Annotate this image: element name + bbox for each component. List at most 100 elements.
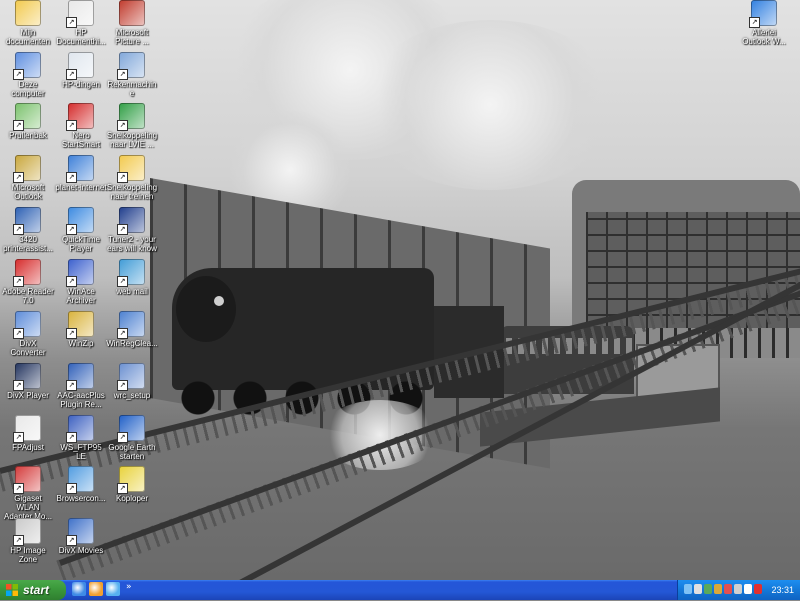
desktop-icon[interactable]: ↗ Rekenmachine	[106, 52, 158, 98]
desktop-icon[interactable]: ↗ 3420 printerassist...	[2, 207, 54, 253]
wlan-tray-icon[interactable]	[714, 584, 722, 594]
shortcut-arrow-icon: ↗	[117, 172, 128, 183]
desktop-icon-label: Google Earth starten	[108, 443, 156, 461]
desktop-icon[interactable]: ↗ Nero StartSmart	[55, 103, 107, 149]
shortcut-arrow-icon: ↗	[66, 328, 77, 339]
desktop-icon[interactable]: ↗ WinRegClea...	[106, 311, 158, 348]
quick-launch	[72, 582, 123, 598]
desktop-icon[interactable]: ↗ Prullenbak	[2, 103, 54, 140]
shortcut-arrow-icon: ↗	[117, 328, 128, 339]
desktop-icon[interactable]: ↗ AAC-aacPlus Plugin Re...	[55, 363, 107, 409]
desktop-icon[interactable]: Mijn documenten	[2, 0, 54, 46]
tuner-icon: ↗	[117, 207, 145, 235]
desktop-icon-label: Snelkoppeling naar LVIE ...	[106, 131, 158, 149]
desktop-icon-label: HP Image Zone	[10, 546, 46, 564]
google-earth-icon: ↗	[117, 415, 145, 443]
shortcut-arrow-icon: ↗	[66, 120, 77, 131]
shield-tray-icon[interactable]	[704, 584, 712, 594]
clock[interactable]: 23:31	[771, 580, 794, 600]
desktop-icon[interactable]: ↗ WinZip	[55, 311, 107, 348]
desktop-icon-label: wrc_setup	[113, 391, 151, 400]
calculator-icon: ↗	[117, 52, 145, 80]
shortcut-arrow-icon: ↗	[66, 483, 77, 494]
desktop-icon-label: Koploper	[115, 494, 149, 503]
desktop-icon-label: Nero StartSmart	[61, 131, 101, 149]
alert-tray-icon[interactable]	[754, 584, 762, 594]
desktop-icon-label: Allerlei Outlook W...	[742, 28, 786, 46]
security-tray-icon[interactable]	[724, 584, 732, 594]
shortcut-arrow-icon: ↗	[749, 17, 760, 28]
media-player-icon[interactable]	[89, 582, 103, 596]
shortcut-arrow-icon: ↗	[13, 224, 24, 235]
desktop-icon[interactable]: ↗ Snelkoppeling naar LVIE ...	[106, 103, 158, 149]
desktop-icon-label: FPAdjust	[12, 443, 44, 452]
desktop-icon[interactable]: ↗ FPAdjust	[2, 415, 54, 452]
desktop-icon[interactable]: ↗ HP-dingen	[55, 52, 107, 89]
update-tray-icon[interactable]	[734, 584, 742, 594]
desktop-icon[interactable]: ↗ Snelkoppeling naar treinen	[106, 155, 158, 201]
steam-cloud	[360, 20, 620, 190]
locomotive-lamp	[214, 296, 224, 306]
desktop-icon[interactable]: ↗ Deze computer	[2, 52, 54, 98]
desktop-icon-label: Microsoft Picture ...	[115, 28, 149, 46]
desktop-icon[interactable]: ↗ HP Image Zone	[2, 518, 54, 564]
desktop-icon[interactable]: ↗ planet-internet	[55, 155, 107, 192]
desktop-icon[interactable]: ↗ HP Documenthi...	[55, 0, 107, 46]
shortcut-arrow-icon: ↗	[13, 483, 24, 494]
desktop-icon[interactable]: ↗ Google Earth starten	[106, 415, 158, 461]
desktop-icon[interactable]: ↗ WS_FTP95 LE	[55, 415, 107, 461]
start-label: start	[23, 583, 50, 597]
system-tray: 23:31	[677, 580, 800, 600]
shortcut-arrow-icon: ↗	[66, 224, 77, 235]
fpadjust-icon: ↗	[13, 415, 41, 443]
network-tray-icon[interactable]	[694, 584, 702, 594]
show-desktop-icon[interactable]	[72, 582, 86, 596]
desktop-icon-label: HP-dingen	[62, 80, 100, 89]
desktop-icon[interactable]: ↗ WinAce Archiver	[55, 259, 107, 305]
shortcut-arrow-icon: ↗	[117, 69, 128, 80]
winace-icon: ↗	[66, 259, 94, 287]
desktop-icon[interactable]: ↗ Adobe Reader 7.0	[2, 259, 54, 305]
desktop-icon[interactable]: ↗ Allerlei Outlook W...	[738, 0, 790, 46]
hp-document-icon: ↗	[66, 0, 94, 28]
start-button[interactable]: start	[0, 580, 66, 600]
desktop-icon-label: AAC-aacPlus Plugin Re...	[57, 391, 105, 409]
desktop-icon[interactable]: ↗ web mail	[106, 259, 158, 296]
shortcut-arrow-icon: ↗	[13, 69, 24, 80]
shortcut-arrow-icon: ↗	[13, 172, 24, 183]
my-documents-folder-icon	[15, 0, 41, 26]
internet-explorer-icon[interactable]	[106, 582, 120, 596]
desktop-icon[interactable]: ↗ DivX Converter	[2, 311, 54, 357]
desktop-icon[interactable]: ↗ Tuner2 - your ears will know	[106, 207, 158, 253]
browser-config-icon: ↗	[66, 466, 94, 494]
ie-tray-icon[interactable]	[684, 584, 692, 594]
desktop-icon-label: QuickTime Player	[62, 235, 100, 253]
word-document-icon: ↗	[66, 363, 94, 391]
shortcut-arrow-icon: ↗	[13, 380, 24, 391]
quick-launch-overflow[interactable]: »	[126, 582, 132, 592]
desktop-icon[interactable]: ↗ DivX Movies	[55, 518, 107, 555]
desktop-icon[interactable]: ↗ DivX Player	[2, 363, 54, 400]
desktop-icon[interactable]: ↗ Gigaset WLAN Adapter Mo...	[2, 466, 54, 521]
desktop-icon-label: Microsoft Outlook	[11, 183, 45, 201]
lvie-icon: ↗	[117, 103, 145, 131]
shortcut-arrow-icon: ↗	[66, 432, 77, 443]
desktop-icon[interactable]: ↗ QuickTime Player	[55, 207, 107, 253]
desktop-icon[interactable]: ↗ wrc_setup	[106, 363, 158, 400]
shortcut-arrow-icon: ↗	[66, 380, 77, 391]
taskbar: start » 23:31	[0, 580, 800, 600]
folder-icon: ↗	[117, 155, 145, 183]
desktop-icon[interactable]: Microsoft Picture ...	[106, 0, 158, 46]
desktop-icon[interactable]: ↗ Microsoft Outlook	[2, 155, 54, 201]
desktop-icon-label: planet-internet	[55, 183, 107, 192]
desktop-icon-label: WS_FTP95 LE	[60, 443, 102, 461]
desktop-icon[interactable]: ↗ Koploper	[106, 466, 158, 503]
desktop-icon-label: DivX Movies	[58, 546, 104, 555]
volume-tray-icon[interactable]	[744, 584, 752, 594]
desktop-icon-label: Rekenmachine	[107, 80, 157, 98]
planet-internet-icon: ↗	[66, 155, 94, 183]
shortcut-arrow-icon: ↗	[117, 432, 128, 443]
shortcut-arrow-icon: ↗	[117, 276, 128, 287]
shortcut-arrow-icon: ↗	[117, 120, 128, 131]
desktop-icon[interactable]: ↗ Browsercon...	[55, 466, 107, 503]
